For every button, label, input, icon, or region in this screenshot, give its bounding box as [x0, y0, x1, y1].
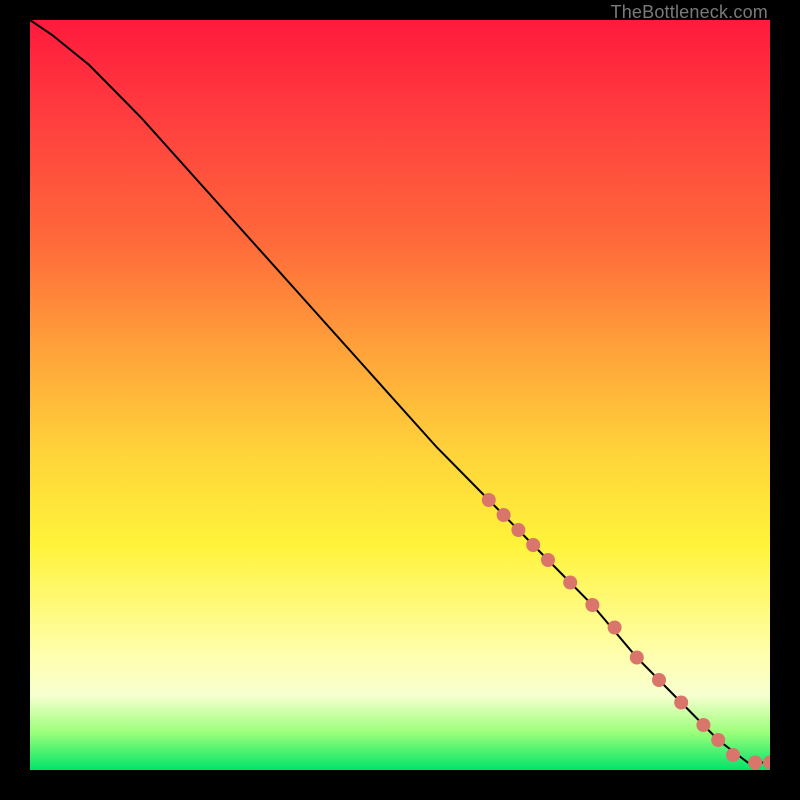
- scatter-dot: [482, 493, 496, 507]
- scatter-dot: [630, 651, 644, 665]
- chart-svg: [30, 20, 770, 770]
- scatter-dot: [763, 756, 770, 770]
- scatter-dot: [563, 576, 577, 590]
- scatter-dot: [497, 508, 511, 522]
- plot-area: [30, 20, 770, 770]
- scatter-dot: [585, 598, 599, 612]
- scatter-group: [482, 493, 770, 770]
- scatter-dot: [652, 673, 666, 687]
- scatter-dot: [541, 553, 555, 567]
- scatter-dot: [726, 748, 740, 762]
- scatter-dot: [511, 523, 525, 537]
- scatter-dot: [748, 756, 762, 770]
- chart-curve: [30, 20, 770, 763]
- chart-frame: TheBottleneck.com: [0, 0, 800, 800]
- scatter-dot: [711, 733, 725, 747]
- scatter-dot: [674, 696, 688, 710]
- scatter-dot: [608, 621, 622, 635]
- scatter-dot: [526, 538, 540, 552]
- scatter-dot: [696, 718, 710, 732]
